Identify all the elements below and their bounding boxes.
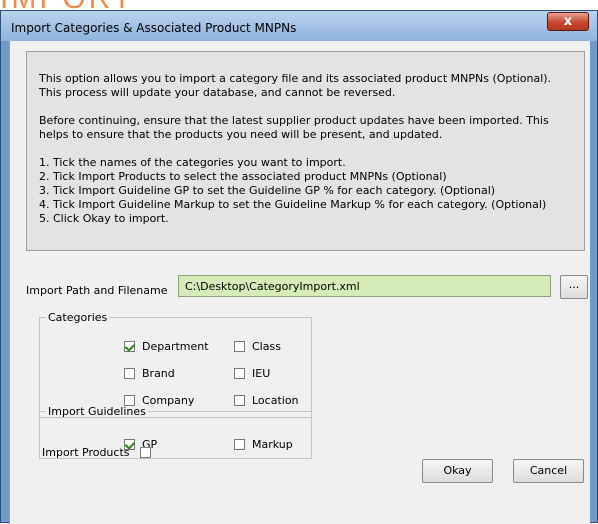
okay-button[interactable]: Okay [422,459,493,483]
cancel-button[interactable]: Cancel [513,459,584,483]
dialog-body: This option allows you to import a categ… [9,41,590,524]
instruction-step: 1. Tick the names of the categories you … [39,156,346,169]
checkbox-department[interactable]: Department [124,340,209,353]
checkbox-label: Brand [142,367,175,380]
checkbox-label: Markup [252,438,293,451]
import-guidelines-group-title: Import Guidelines [48,405,146,418]
checkbox-label: IEU [252,367,271,380]
instructions-paragraph: This option allows you to import a categ… [39,72,552,99]
instruction-step: 4. Tick Import Guideline Markup to set t… [39,198,547,211]
instructions-steps: 1. Tick the names of the categories you … [39,156,572,226]
checkbox-ieu[interactable]: IEU [234,367,270,380]
checkbox-box[interactable] [234,439,245,450]
checkbox-label: Department [142,340,209,353]
import-dialog: Import Categories & Associated Product M… [0,10,598,524]
instructions-paragraph: Before continuing, ensure that the lates… [39,114,549,141]
checkbox-label: Class [252,340,281,353]
import-products-label: Import Products [42,446,130,459]
title-bar[interactable]: Import Categories & Associated Product M… [1,11,597,41]
import-path-input[interactable] [178,275,551,297]
checkbox-class[interactable]: Class [234,340,281,353]
instruction-step: 2. Tick Import Products to select the as… [39,170,447,183]
browse-button[interactable]: ... [560,275,588,299]
import-path-label: Import Path and Filename [26,284,168,297]
checkbox-markup[interactable]: Markup [234,438,293,451]
dialog-title: Import Categories & Associated Product M… [11,21,297,35]
categories-group: Categories Department Class Brand IEU Co… [39,311,312,418]
instructions-panel: This option allows you to import a categ… [26,51,585,251]
checkbox-box[interactable] [124,341,135,352]
import-products-checkbox[interactable]: Import Products [42,446,151,459]
checkbox-box[interactable] [124,368,135,379]
close-button[interactable]: x [547,12,589,31]
instruction-step: 5. Click Okay to import. [39,212,169,225]
close-icon: x [563,14,573,29]
checkbox-box[interactable] [234,368,245,379]
categories-group-title: Categories [48,311,108,324]
instruction-step: 3. Tick Import Guideline GP to set the G… [39,184,496,197]
checkbox-box[interactable] [139,447,151,458]
checkbox-box[interactable] [234,341,245,352]
checkbox-brand[interactable]: Brand [124,367,175,380]
